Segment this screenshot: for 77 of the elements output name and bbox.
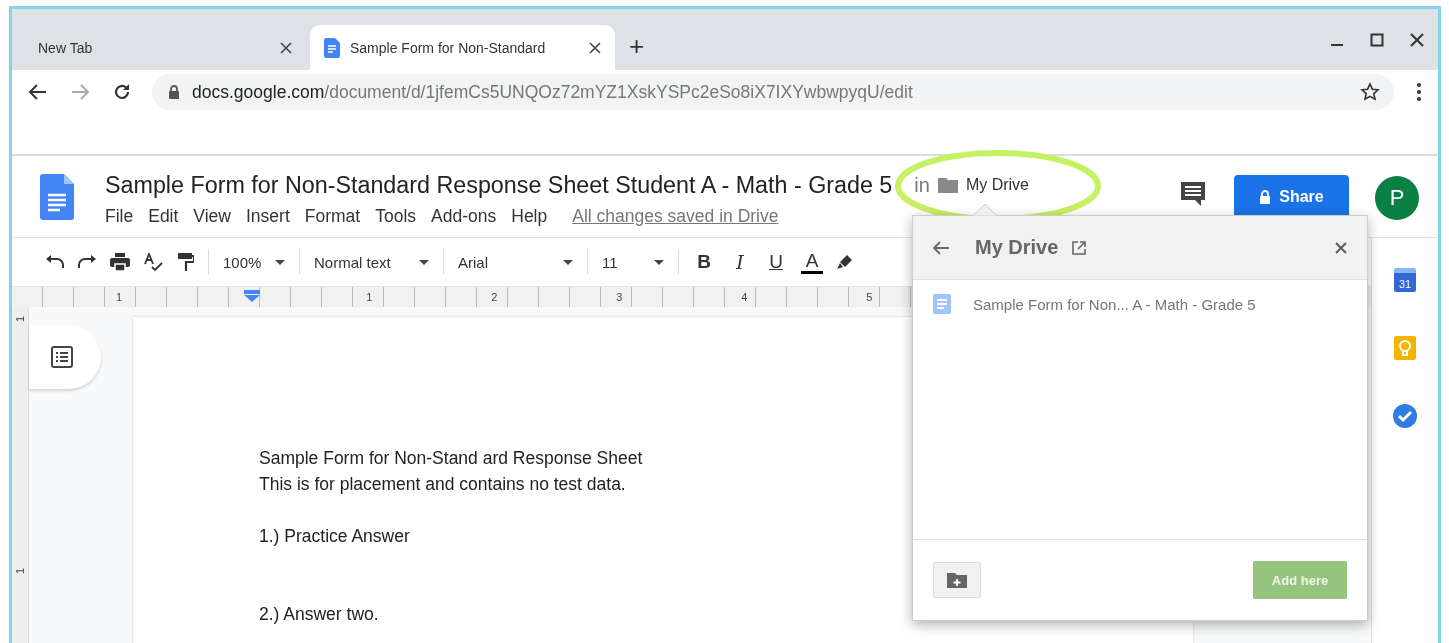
menu-item[interactable]: Insert [246,206,290,227]
caret-icon [654,259,664,265]
document-text: This is for placement and contains no test data. [259,473,627,496]
close-icon[interactable] [280,41,292,54]
document-title[interactable]: Sample Form for Non-Standard Response Sheet Student A - Math - Grade 5 [105,171,893,199]
calendar-icon[interactable]: 31 [1394,268,1416,292]
account-avatar[interactable]: P [1375,176,1419,220]
format-button[interactable]: B [693,251,715,273]
menu-item[interactable]: File [105,206,134,227]
checkmark-icon[interactable] [1393,404,1417,428]
format-button[interactable]: U [765,251,787,273]
more-icon[interactable] [1416,82,1422,102]
menu-item[interactable]: Help [511,206,548,227]
tab-title: Sample Form for Non-Standard [350,39,547,56]
menu-item[interactable]: Edit [148,206,179,227]
zoom-dropdown[interactable]: 100% [223,253,285,271]
caret-icon [275,259,285,265]
ruler-number: 4 [741,291,749,303]
location-prefix: in [914,173,930,197]
file-name[interactable]: Sample Form for Non... A - Math - Grade 5 [973,295,1256,313]
folder-icon [937,177,958,193]
style-dropdown[interactable]: Normal text [314,253,429,271]
url-text: docs.google.com/document/d/1jfemCs5UNQOz72mYZ1XskYSPc2eSo8iX7IXYwbwpyqU/edit [192,81,913,103]
print-icon[interactable] [110,253,130,271]
lock-icon [168,85,180,99]
ruler-number: 1 [116,291,123,303]
new-tab-button[interactable]: + [629,31,645,62]
outline-button[interactable] [29,325,101,389]
browser-tab[interactable]: Sample Form for Non-Standard [310,25,615,70]
browser-tab[interactable]: New Tab [20,25,310,70]
share-button[interactable]: Share [1234,175,1349,218]
ruler-number: 2 [491,291,499,303]
indent-marker-icon[interactable] [244,290,260,302]
caret-icon [563,259,573,265]
ruler-number: 5 [866,291,874,303]
highlighter-icon[interactable] [837,254,853,270]
tab-title: New Tab [38,39,94,56]
outline-icon [51,346,73,368]
font-dropdown[interactable]: Arial [458,253,573,271]
lock-icon [1259,189,1272,204]
dialog-title: My Drive [975,236,1059,259]
ruler-number: 1 [366,291,374,303]
add-folder-icon [947,572,967,588]
redo-icon[interactable] [78,255,96,269]
paint-format-icon[interactable] [178,253,194,271]
comment-icon[interactable] [1180,181,1206,207]
spellcheck-icon[interactable] [144,253,164,271]
format-button[interactable]: A [801,250,823,274]
close-icon[interactable] [589,41,601,54]
ruler-number: 1 [14,315,26,323]
menu-item[interactable]: Add-ons [431,206,497,227]
document-icon [324,37,340,58]
address-bar[interactable]: docs.google.com/document/d/1jfemCs5UNQOz72mYZ1XskYSPc2eSo8iX7IXYwbwpyqU/edit [152,74,1394,110]
font-size-dropdown[interactable]: 11 [602,253,664,271]
ruler-number: 1 [14,567,26,575]
menu-item[interactable]: Tools [375,206,417,227]
document-text: Sample Form for Non-Stand ard Response Sheet [259,447,644,470]
docs-logo-icon[interactable] [40,174,74,220]
undo-icon[interactable] [46,255,64,269]
menu-item[interactable]: View [193,206,231,227]
reload-icon[interactable] [112,82,132,102]
back-icon[interactable] [28,82,48,102]
folder-link[interactable]: My Drive [965,176,1029,194]
ruler-number: 3 [616,291,624,303]
new-folder-button[interactable] [933,562,981,598]
menu-item[interactable]: Format [304,206,361,227]
close-icon[interactable] [1410,32,1424,47]
close-icon[interactable] [1335,241,1347,254]
document-text: 2.) Answer two. [259,603,380,626]
document-text: 1.) Practice Answer [259,525,411,548]
open-in-new-icon[interactable] [1072,240,1087,255]
save-status-link[interactable]: All changes saved in Drive [572,206,779,227]
format-button[interactable]: I [729,251,751,273]
document-icon [933,294,951,314]
star-icon[interactable] [1360,82,1380,102]
caret-icon [419,259,429,265]
maximize-icon[interactable] [1370,32,1384,47]
